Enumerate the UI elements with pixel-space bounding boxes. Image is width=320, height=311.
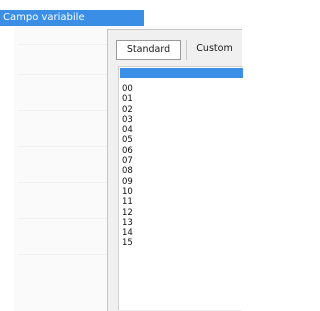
- list-item[interactable]: 09: [122, 177, 133, 187]
- variable-field-label[interactable]: Campo variabile: [0, 10, 144, 26]
- list-item[interactable]: 00: [122, 84, 133, 94]
- background-divider: [18, 74, 108, 75]
- background-divider: [18, 44, 108, 45]
- list-item[interactable]: 03: [122, 115, 133, 125]
- list-item[interactable]: 10: [122, 187, 133, 197]
- selected-list-row[interactable]: [120, 68, 243, 78]
- value-list[interactable]: 00 01 02 03 04 05 06 07 08 09 10 11 12 1…: [118, 66, 243, 310]
- tab-standard[interactable]: Standard: [116, 40, 181, 60]
- list-item[interactable]: 08: [122, 166, 133, 176]
- list-item[interactable]: 05: [122, 135, 133, 145]
- list-item[interactable]: 14: [122, 228, 133, 238]
- list-item[interactable]: 02: [122, 105, 133, 115]
- background-divider: [18, 146, 108, 147]
- list-item[interactable]: 13: [122, 218, 133, 228]
- tab-custom[interactable]: Custom: [186, 40, 242, 60]
- list-item[interactable]: 12: [122, 208, 133, 218]
- background-divider: [18, 182, 108, 183]
- background-divider: [18, 254, 108, 255]
- list-item[interactable]: 07: [122, 156, 133, 166]
- background-divider: [18, 218, 108, 219]
- background-divider: [18, 110, 108, 111]
- list-item[interactable]: 06: [122, 146, 133, 156]
- list-item[interactable]: 04: [122, 125, 133, 135]
- value-list-items: 00 01 02 03 04 05 06 07 08 09 10 11 12 1…: [122, 84, 133, 249]
- list-item[interactable]: 11: [122, 197, 133, 207]
- list-item[interactable]: 15: [122, 238, 133, 248]
- variable-picker-dialog: Standard Custom 00 01 02 03 04 05 06 07 …: [107, 29, 243, 311]
- list-item[interactable]: 01: [122, 94, 133, 104]
